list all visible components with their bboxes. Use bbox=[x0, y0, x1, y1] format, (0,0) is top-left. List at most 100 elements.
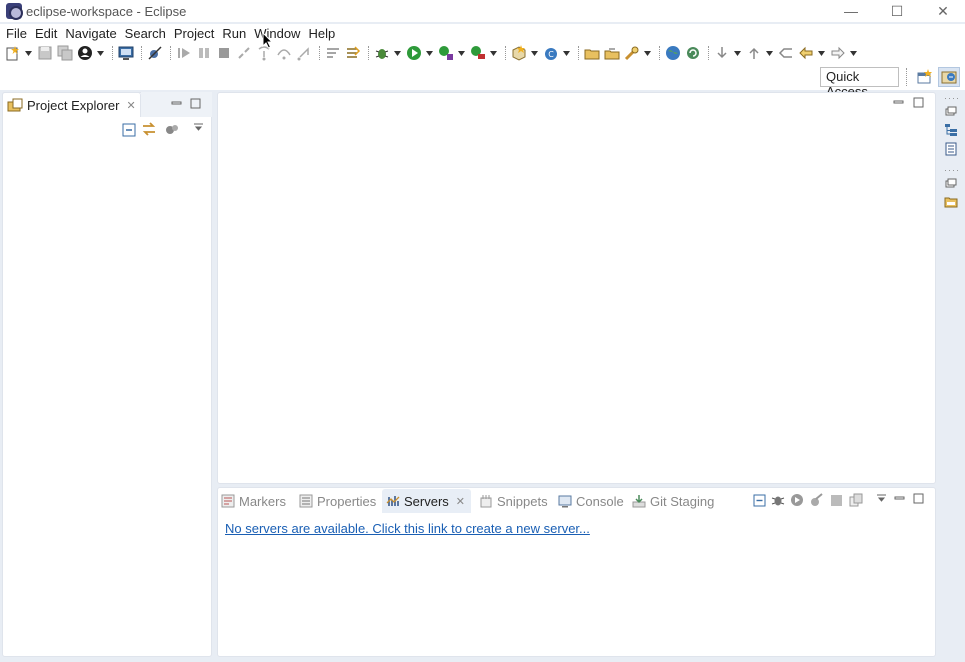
java-ee-perspective-icon bbox=[941, 71, 957, 84]
profile-dropdown-icon[interactable] bbox=[96, 44, 104, 62]
minimize-view-icon[interactable] bbox=[893, 492, 905, 504]
coverage-icon[interactable] bbox=[437, 44, 455, 62]
refresh-icon[interactable] bbox=[684, 44, 702, 62]
toolbar-separator bbox=[112, 46, 113, 60]
view-menu-icon[interactable] bbox=[875, 492, 887, 504]
tab-servers[interactable]: Servers ✕ bbox=[382, 489, 472, 513]
search-dropdown-icon[interactable] bbox=[643, 44, 651, 62]
back-icon[interactable] bbox=[797, 44, 815, 62]
java-ee-perspective-button[interactable] bbox=[938, 67, 960, 87]
start-server-icon[interactable] bbox=[790, 493, 804, 507]
menu-file[interactable]: File bbox=[2, 26, 31, 41]
next-annotation-dropdown-icon[interactable] bbox=[733, 44, 741, 62]
create-server-link[interactable]: No servers are available. Click this lin… bbox=[225, 521, 590, 536]
open-perspective-button[interactable] bbox=[914, 67, 936, 87]
toolbar-separator bbox=[659, 46, 660, 60]
tab-properties[interactable]: Properties bbox=[299, 489, 376, 513]
properties-icon bbox=[299, 494, 313, 508]
profile-icon[interactable] bbox=[76, 44, 94, 62]
prev-annotation-dropdown-icon[interactable] bbox=[765, 44, 773, 62]
external-tools-icon[interactable] bbox=[469, 44, 487, 62]
link-with-editor-icon[interactable] bbox=[141, 121, 157, 137]
tab-markers[interactable]: Markers bbox=[221, 489, 286, 513]
maximize-button[interactable]: ☐ bbox=[874, 0, 920, 22]
save-icon[interactable] bbox=[36, 44, 54, 62]
filter-icon[interactable] bbox=[165, 123, 179, 137]
back-dropdown-icon[interactable] bbox=[817, 44, 825, 62]
new-dropdown-icon[interactable] bbox=[24, 44, 32, 62]
minimize-view-icon[interactable] bbox=[170, 97, 182, 109]
search-icon[interactable] bbox=[623, 44, 641, 62]
tab-project-explorer[interactable]: Project Explorer ✕ bbox=[2, 92, 141, 117]
menu-search[interactable]: Search bbox=[121, 26, 170, 41]
restore-icon[interactable] bbox=[942, 102, 960, 120]
publish-server-icon[interactable] bbox=[849, 493, 863, 507]
minimize-editor-icon[interactable] bbox=[892, 96, 904, 108]
collapse-all-icon[interactable] bbox=[753, 494, 766, 507]
menu-run[interactable]: Run bbox=[218, 26, 250, 41]
forward-icon[interactable] bbox=[829, 44, 847, 62]
stop-server-icon[interactable] bbox=[830, 494, 843, 507]
task-list-icon[interactable] bbox=[942, 140, 960, 158]
maximize-view-icon[interactable] bbox=[189, 97, 201, 109]
run-dropdown-icon[interactable] bbox=[425, 44, 433, 62]
menu-help[interactable]: Help bbox=[304, 26, 339, 41]
use-step-filters-icon[interactable] bbox=[324, 44, 342, 62]
restore-icon[interactable] bbox=[942, 174, 960, 192]
step-return-icon[interactable] bbox=[295, 44, 313, 62]
toolbar-separator bbox=[170, 46, 171, 60]
new-package-icon[interactable] bbox=[510, 44, 528, 62]
window-title: eclipse-workspace - Eclipse bbox=[26, 3, 187, 19]
new-icon[interactable] bbox=[4, 44, 22, 62]
menu-navigate[interactable]: Navigate bbox=[61, 26, 120, 41]
close-icon[interactable]: ✕ bbox=[126, 99, 135, 112]
tab-console[interactable]: Console bbox=[558, 489, 624, 513]
save-all-icon[interactable] bbox=[56, 44, 74, 62]
toolbar-separator bbox=[368, 46, 369, 60]
debug-dropdown-icon[interactable] bbox=[393, 44, 401, 62]
tab-git-staging[interactable]: Git Staging bbox=[632, 489, 714, 513]
git-staging-icon bbox=[632, 495, 646, 508]
outline-icon[interactable] bbox=[942, 121, 960, 139]
external-tools-dropdown-icon[interactable] bbox=[489, 44, 497, 62]
editor-area bbox=[217, 92, 936, 484]
close-icon[interactable]: ✕ bbox=[456, 495, 465, 508]
maximize-editor-icon[interactable] bbox=[912, 96, 924, 108]
terminal-icon[interactable] bbox=[117, 44, 135, 62]
globe-icon[interactable] bbox=[664, 44, 682, 62]
toolbar-separator bbox=[505, 46, 506, 60]
resume-icon[interactable] bbox=[175, 44, 193, 62]
step-over-icon[interactable] bbox=[275, 44, 293, 62]
prev-annotation-icon[interactable] bbox=[745, 44, 763, 62]
menu-project[interactable]: Project bbox=[170, 26, 218, 41]
tab-snippets-label: Snippets bbox=[497, 493, 548, 509]
debug-icon[interactable] bbox=[373, 44, 391, 62]
profile-server-icon[interactable] bbox=[810, 493, 824, 507]
git-repositories-icon[interactable] bbox=[942, 192, 960, 210]
run-icon[interactable] bbox=[405, 44, 423, 62]
maximize-view-icon[interactable] bbox=[912, 492, 924, 504]
view-menu-icon[interactable] bbox=[192, 121, 204, 133]
skip-breakpoints-icon[interactable] bbox=[146, 44, 164, 62]
close-window-button[interactable]: ✕ bbox=[920, 0, 965, 22]
disconnect-icon[interactable] bbox=[235, 44, 253, 62]
open-type-icon[interactable] bbox=[583, 44, 601, 62]
next-annotation-icon[interactable] bbox=[713, 44, 731, 62]
suspend-icon[interactable] bbox=[195, 44, 213, 62]
last-edit-icon[interactable] bbox=[777, 44, 795, 62]
coverage-dropdown-icon[interactable] bbox=[457, 44, 465, 62]
forward-dropdown-icon[interactable] bbox=[849, 44, 857, 62]
collapse-all-icon[interactable] bbox=[122, 123, 136, 137]
new-class-icon[interactable]: C bbox=[542, 44, 560, 62]
menu-edit[interactable]: Edit bbox=[31, 26, 61, 41]
minimize-button[interactable]: — bbox=[828, 0, 874, 22]
terminate-icon[interactable] bbox=[215, 44, 233, 62]
open-task-icon[interactable] bbox=[603, 44, 621, 62]
menu-window[interactable]: Window bbox=[250, 26, 304, 41]
drop-to-frame-icon[interactable] bbox=[344, 44, 362, 62]
quick-access-field[interactable]: Quick Access bbox=[820, 67, 899, 99]
new-package-dropdown-icon[interactable] bbox=[530, 44, 538, 62]
new-class-dropdown-icon[interactable] bbox=[562, 44, 570, 62]
tab-snippets[interactable]: Snippets bbox=[479, 489, 548, 513]
debug-server-icon[interactable] bbox=[771, 493, 785, 507]
